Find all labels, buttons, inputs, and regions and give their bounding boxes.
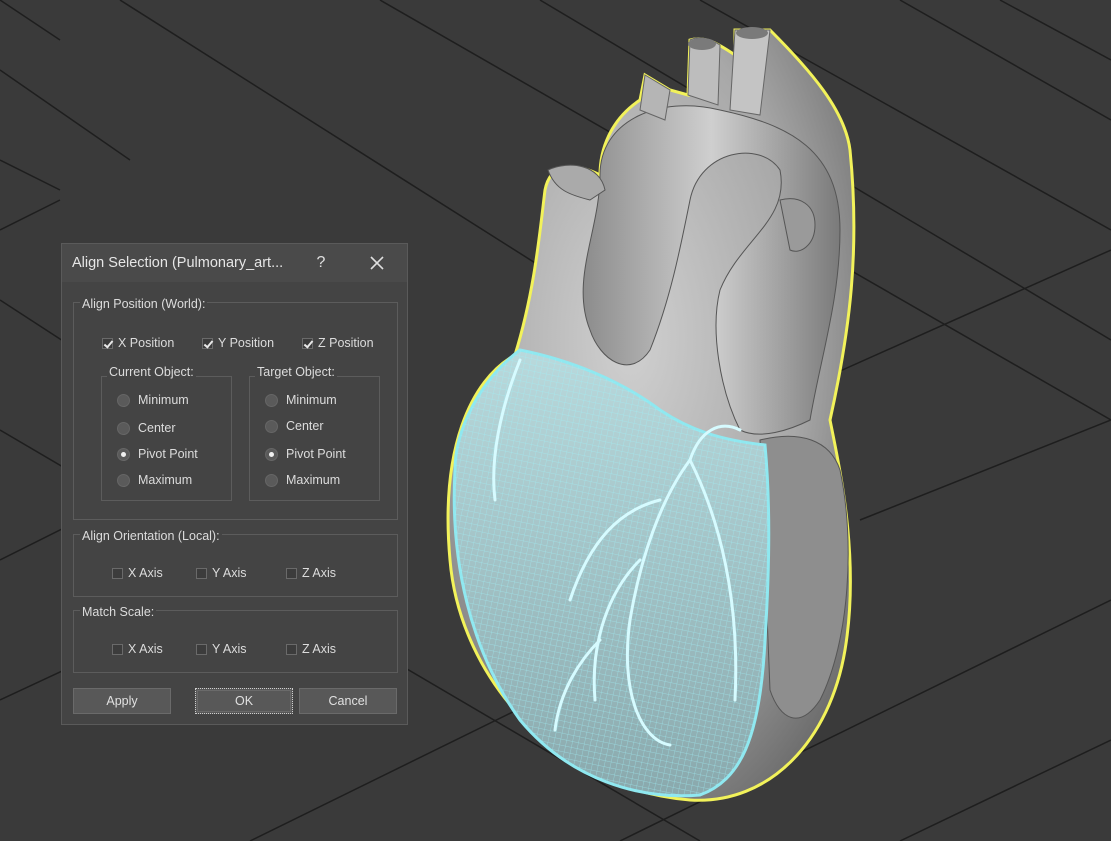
dialog-titlebar[interactable]: Align Selection (Pulmonary_art... ? bbox=[62, 244, 407, 282]
radio-icon bbox=[117, 473, 130, 487]
scale-x-axis-checkbox[interactable]: X Axis bbox=[112, 642, 163, 656]
target-pivot-point-radio[interactable]: Pivot Point bbox=[265, 447, 346, 461]
align-selection-dialog: Align Selection (Pulmonary_art... ? Alig… bbox=[61, 243, 408, 725]
target-minimum-radio[interactable]: Minimum bbox=[265, 393, 337, 407]
orientation-x-axis-checkbox[interactable]: X Axis bbox=[112, 566, 163, 580]
radio-selected-icon bbox=[265, 447, 278, 461]
y-position-check-icon bbox=[202, 337, 213, 349]
radio-label: Center bbox=[138, 421, 176, 435]
checkbox-label: Z Axis bbox=[302, 566, 337, 580]
apply-button[interactable]: Apply bbox=[73, 688, 171, 714]
align-orientation-label: Align Orientation (Local): bbox=[80, 529, 222, 543]
orientation-y-axis-checkbox[interactable]: Y Axis bbox=[196, 566, 247, 580]
cancel-button[interactable]: Cancel bbox=[299, 688, 397, 714]
ok-button[interactable]: OK bbox=[195, 688, 293, 714]
radio-icon bbox=[265, 473, 278, 487]
target-maximum-radio[interactable]: Maximum bbox=[265, 473, 340, 487]
y-position-label: Y Position bbox=[218, 336, 275, 350]
radio-icon bbox=[117, 393, 130, 407]
checkbox-icon bbox=[112, 643, 123, 655]
help-button[interactable]: ? bbox=[310, 252, 332, 274]
current-object-label: Current Object: bbox=[107, 365, 196, 379]
checkbox-label: Y Axis bbox=[212, 642, 247, 656]
close-button[interactable] bbox=[365, 252, 389, 274]
x-position-checkbox[interactable]: X Position bbox=[102, 336, 174, 350]
radio-label: Center bbox=[286, 419, 324, 433]
align-position-label: Align Position (World): bbox=[80, 297, 208, 311]
radio-label: Maximum bbox=[286, 473, 341, 487]
x-position-check-icon bbox=[102, 337, 113, 349]
checkbox-icon bbox=[112, 567, 123, 579]
scale-z-axis-checkbox[interactable]: Z Axis bbox=[286, 642, 336, 656]
checkbox-icon bbox=[286, 567, 297, 579]
scale-y-axis-checkbox[interactable]: Y Axis bbox=[196, 642, 247, 656]
checkbox-label: X Axis bbox=[128, 642, 163, 656]
radio-icon bbox=[265, 393, 278, 407]
orientation-z-axis-checkbox[interactable]: Z Axis bbox=[286, 566, 336, 580]
checkbox-label: Y Axis bbox=[212, 566, 247, 580]
z-position-check-icon bbox=[302, 337, 313, 349]
y-position-checkbox[interactable]: Y Position bbox=[202, 336, 274, 350]
current-pivot-point-radio[interactable]: Pivot Point bbox=[117, 447, 198, 461]
z-position-label: Z Position bbox=[318, 336, 374, 350]
radio-label: Minimum bbox=[286, 393, 337, 407]
radio-label: Pivot Point bbox=[138, 447, 198, 461]
current-minimum-radio[interactable]: Minimum bbox=[117, 393, 189, 407]
x-position-label: X Position bbox=[118, 336, 175, 350]
radio-label: Pivot Point bbox=[286, 447, 346, 461]
target-object-label: Target Object: bbox=[255, 365, 337, 379]
checkbox-label: Z Axis bbox=[302, 642, 337, 656]
checkbox-label: X Axis bbox=[128, 566, 163, 580]
checkbox-icon bbox=[196, 567, 207, 579]
target-center-radio[interactable]: Center bbox=[265, 419, 324, 433]
match-scale-label: Match Scale: bbox=[80, 605, 157, 619]
radio-icon bbox=[265, 419, 278, 433]
radio-label: Maximum bbox=[138, 473, 193, 487]
checkbox-icon bbox=[196, 643, 207, 655]
radio-label: Minimum bbox=[138, 393, 189, 407]
radio-selected-icon bbox=[117, 447, 130, 461]
radio-icon bbox=[117, 421, 130, 435]
z-position-checkbox[interactable]: Z Position bbox=[302, 336, 374, 350]
current-maximum-radio[interactable]: Maximum bbox=[117, 473, 192, 487]
close-icon bbox=[370, 256, 384, 270]
dialog-title: Align Selection (Pulmonary_art... bbox=[72, 255, 284, 271]
current-center-radio[interactable]: Center bbox=[117, 421, 176, 435]
checkbox-icon bbox=[286, 643, 297, 655]
